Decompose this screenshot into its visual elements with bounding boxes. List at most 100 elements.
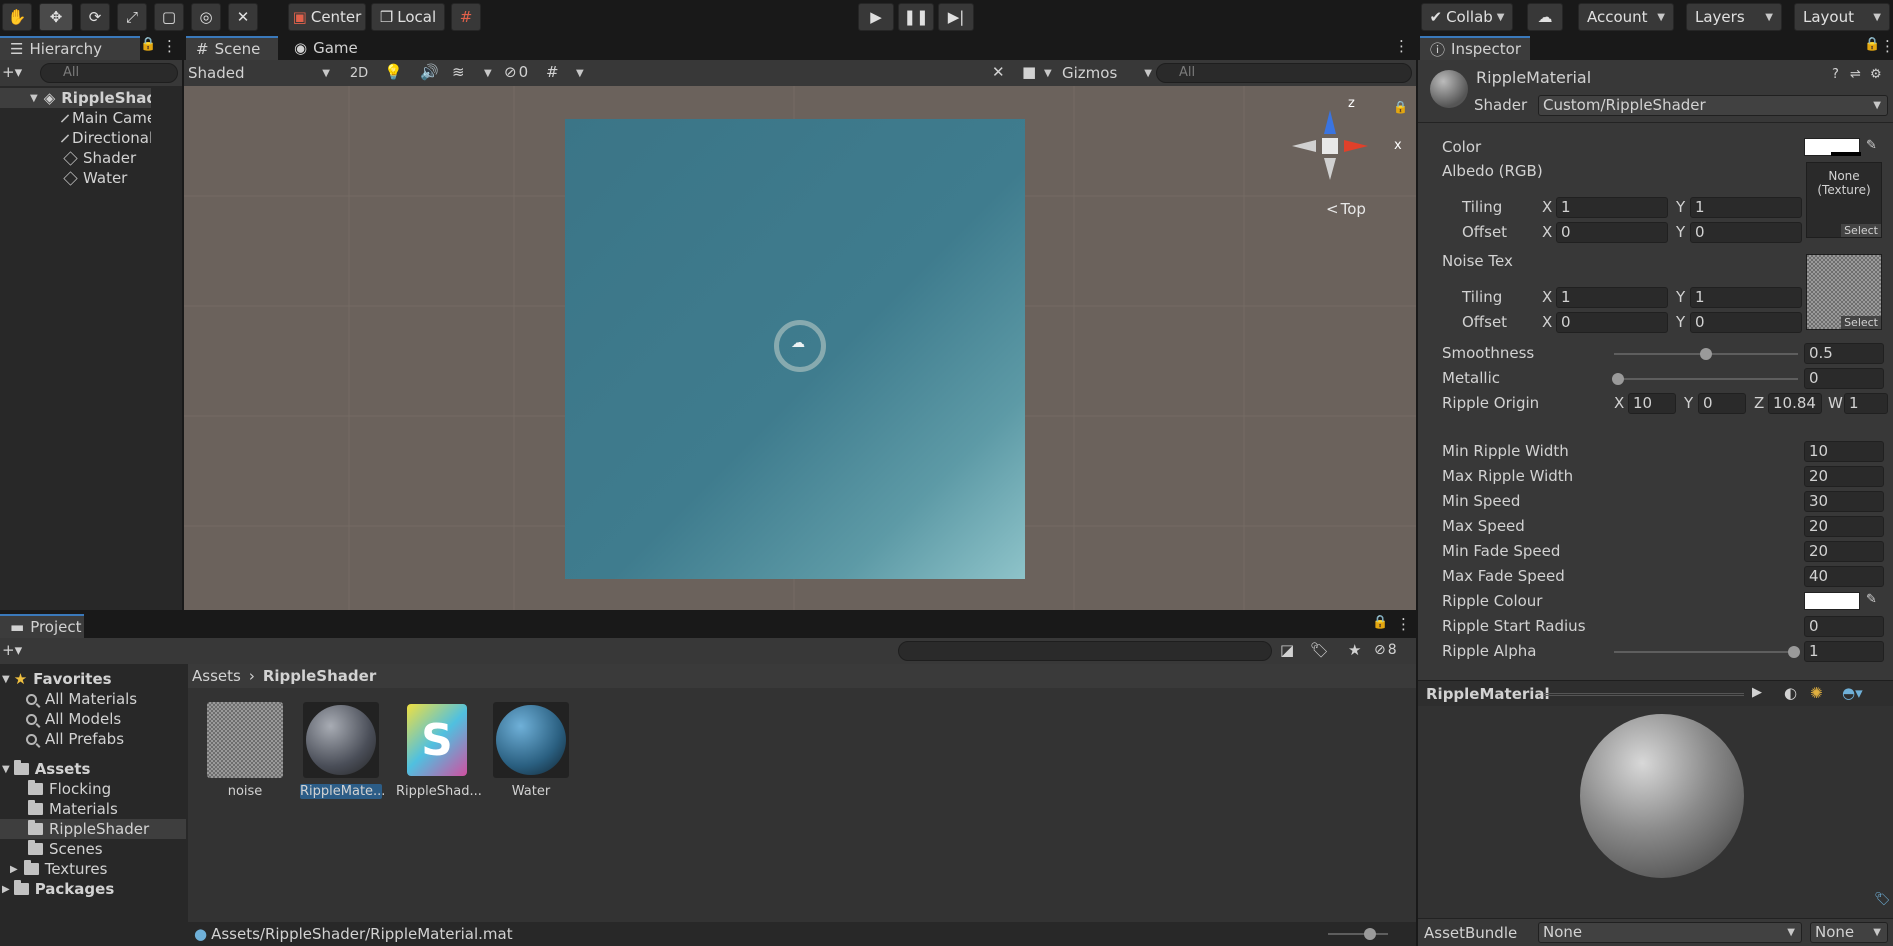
max-fade-speed-field[interactable]: 40 — [1804, 566, 1884, 587]
rect-tool-button[interactable]: ▢ — [154, 3, 184, 31]
add-object-button[interactable]: +▾ — [2, 63, 22, 81]
hierarchy-item[interactable]: Shader — [0, 148, 151, 168]
lock-icon[interactable]: 🔒 — [1393, 100, 1408, 114]
tab-game[interactable]: ◉ Game — [284, 36, 368, 60]
2d-toggle-button[interactable]: 2D — [344, 63, 374, 83]
hierarchy-item[interactable]: Main Camera — [0, 108, 151, 128]
scene-viewport[interactable]: ☁ 🔒 z x < Top — [184, 86, 1416, 610]
tab-hierarchy[interactable]: ☰ Hierarchy — [0, 36, 140, 60]
select-texture-button[interactable]: Select — [1841, 316, 1881, 329]
max-speed-field[interactable]: 20 — [1804, 516, 1884, 537]
ripple-start-radius-field[interactable]: 0 — [1804, 616, 1884, 637]
dropdown-arrow-icon[interactable]: ▼ — [576, 68, 584, 79]
breadcrumb-item[interactable]: Assets — [192, 667, 241, 685]
asset-ripple-material[interactable]: RippleMate... — [300, 702, 385, 799]
noise-offset-x[interactable]: 0 — [1556, 312, 1668, 333]
packages-header[interactable]: ▶ Packages — [0, 879, 186, 899]
rotate-tool-button[interactable]: ⟳ — [80, 3, 110, 31]
effects-icon[interactable]: ≋ — [452, 63, 465, 81]
asset-noise[interactable]: noise — [204, 702, 286, 799]
expand-arrow-icon[interactable]: ▼ — [30, 93, 38, 104]
select-texture-button[interactable]: Select — [1841, 224, 1881, 237]
hidden-packages-toggle[interactable]: ⊘ 8 — [1374, 642, 1397, 658]
layers-dropdown[interactable]: Layers ▼ — [1686, 3, 1782, 31]
ripple-origin-w[interactable]: 1 — [1844, 393, 1888, 414]
star-icon[interactable]: ★ — [1348, 641, 1361, 659]
create-asset-button[interactable]: +▾ — [2, 641, 22, 659]
metallic-slider[interactable] — [1612, 373, 1798, 385]
min-speed-field[interactable]: 30 — [1804, 491, 1884, 512]
tab-inspector[interactable]: ⓘ Inspector — [1420, 36, 1530, 60]
albedo-offset-x[interactable]: 0 — [1556, 222, 1668, 243]
play-icon[interactable]: ▶ — [1752, 685, 1762, 700]
color-swatch[interactable] — [1804, 138, 1861, 156]
folder-item[interactable]: Scenes — [0, 839, 186, 859]
dropdown-arrow-icon[interactable]: ▼ — [1044, 68, 1052, 79]
hand-tool-button[interactable]: ✋ — [2, 3, 32, 31]
material-preview[interactable]: 🏷 — [1418, 706, 1893, 918]
noise-tiling-y[interactable]: 1 — [1690, 287, 1802, 308]
ripple-origin-x[interactable]: 10 — [1628, 393, 1676, 414]
label-tag-icon[interactable]: 🏷 — [1310, 641, 1329, 659]
help-icon[interactable]: ? — [1832, 67, 1839, 82]
folder-item[interactable]: ▶ Textures — [0, 859, 186, 879]
grid-visibility-icon[interactable]: # — [546, 63, 559, 81]
tab-project[interactable]: ▬ Project — [0, 614, 84, 638]
albedo-texture-slot[interactable]: None (Texture) Select — [1806, 162, 1882, 238]
pause-button[interactable]: ❚❚ — [898, 3, 934, 31]
ripple-alpha-field[interactable]: 1 — [1804, 641, 1884, 662]
assetbundle-dropdown[interactable]: None ▼ — [1538, 922, 1802, 943]
expand-arrow-icon[interactable]: ▶ — [2, 884, 10, 895]
preview-shape-icon[interactable]: ◓▾ — [1842, 684, 1863, 702]
min-fade-speed-field[interactable]: 20 — [1804, 541, 1884, 562]
noise-offset-y[interactable]: 0 — [1690, 312, 1802, 333]
gear-icon[interactable]: ⚙ — [1870, 67, 1882, 82]
draw-mode-dropdown[interactable]: Shaded ▼ — [188, 62, 336, 84]
hierarchy-item[interactable]: Directional Li — [0, 128, 151, 148]
lock-icon[interactable]: 🔒 — [140, 37, 156, 52]
metallic-field[interactable]: 0 — [1804, 368, 1884, 389]
drag-handle[interactable] — [1544, 693, 1744, 696]
ripple-origin-z[interactable]: 10.84 — [1768, 393, 1822, 414]
ripple-colour-swatch[interactable] — [1804, 592, 1860, 610]
shader-dropdown[interactable]: Custom/RippleShader ▼ — [1538, 95, 1888, 116]
asset-water-material[interactable]: Water — [490, 702, 572, 799]
gizmos-dropdown[interactable]: Gizmos ▼ — [1062, 62, 1152, 84]
light-gizmo[interactable]: ☁ — [774, 320, 826, 372]
camera-icon[interactable]: ■ — [1022, 63, 1036, 81]
dropdown-arrow-icon[interactable]: ▼ — [484, 68, 492, 79]
albedo-tiling-y[interactable]: 1 — [1690, 197, 1802, 218]
thumbnail-size-slider[interactable] — [1328, 928, 1388, 940]
expand-arrow-icon[interactable]: ▼ — [2, 764, 10, 775]
preview-header[interactable]: RippleMaterial ▶ ◐ ✺ ◓▾ — [1418, 680, 1893, 706]
lock-icon[interactable]: 🔒 — [1372, 615, 1388, 630]
layout-dropdown[interactable]: Layout ▼ — [1794, 3, 1890, 31]
kebab-menu-icon[interactable]: ⋮ — [1394, 37, 1409, 55]
custom-tool-button[interactable]: ✕ — [228, 3, 258, 31]
eyedropper-icon[interactable]: ✎ — [1866, 138, 1877, 153]
play-button[interactable]: ▶ — [858, 3, 894, 31]
pivot-space-button[interactable]: ❒ Local — [371, 3, 445, 31]
grid-snap-button[interactable]: # — [451, 3, 481, 31]
collab-dropdown[interactable]: ✔ Collab ▼ — [1421, 3, 1513, 31]
ripple-alpha-slider[interactable] — [1614, 646, 1800, 658]
kebab-menu-icon[interactable]: ⋮ — [162, 37, 177, 55]
breadcrumb-item[interactable]: RippleShader — [263, 667, 376, 685]
asset-ripple-shader[interactable]: S RippleShad... — [396, 702, 482, 799]
favorites-item[interactable]: All Prefabs — [0, 729, 186, 749]
assetbundle-variant-dropdown[interactable]: None ▼ — [1810, 922, 1888, 943]
audio-icon[interactable]: 🔊 — [420, 63, 439, 81]
smoothness-field[interactable]: 0.5 — [1804, 343, 1884, 364]
kebab-menu-icon[interactable]: ⋮ — [1396, 615, 1411, 633]
eyedropper-icon[interactable]: ✎ — [1866, 592, 1877, 607]
hierarchy-search-input[interactable]: All — [40, 63, 178, 83]
favorites-item[interactable]: All Models — [0, 709, 186, 729]
expand-arrow-icon[interactable]: ▼ — [2, 674, 10, 685]
hidden-objects-toggle[interactable]: ⊘ 0 — [504, 63, 528, 81]
cloud-button[interactable]: ☁ — [1527, 3, 1563, 31]
ripple-origin-y[interactable]: 0 — [1698, 393, 1746, 414]
folder-item[interactable]: Materials — [0, 799, 186, 819]
lighting-icon[interactable]: 💡 — [384, 63, 403, 81]
light-icon[interactable]: ✺ — [1810, 684, 1823, 702]
view-label[interactable]: < Top — [1326, 200, 1366, 218]
